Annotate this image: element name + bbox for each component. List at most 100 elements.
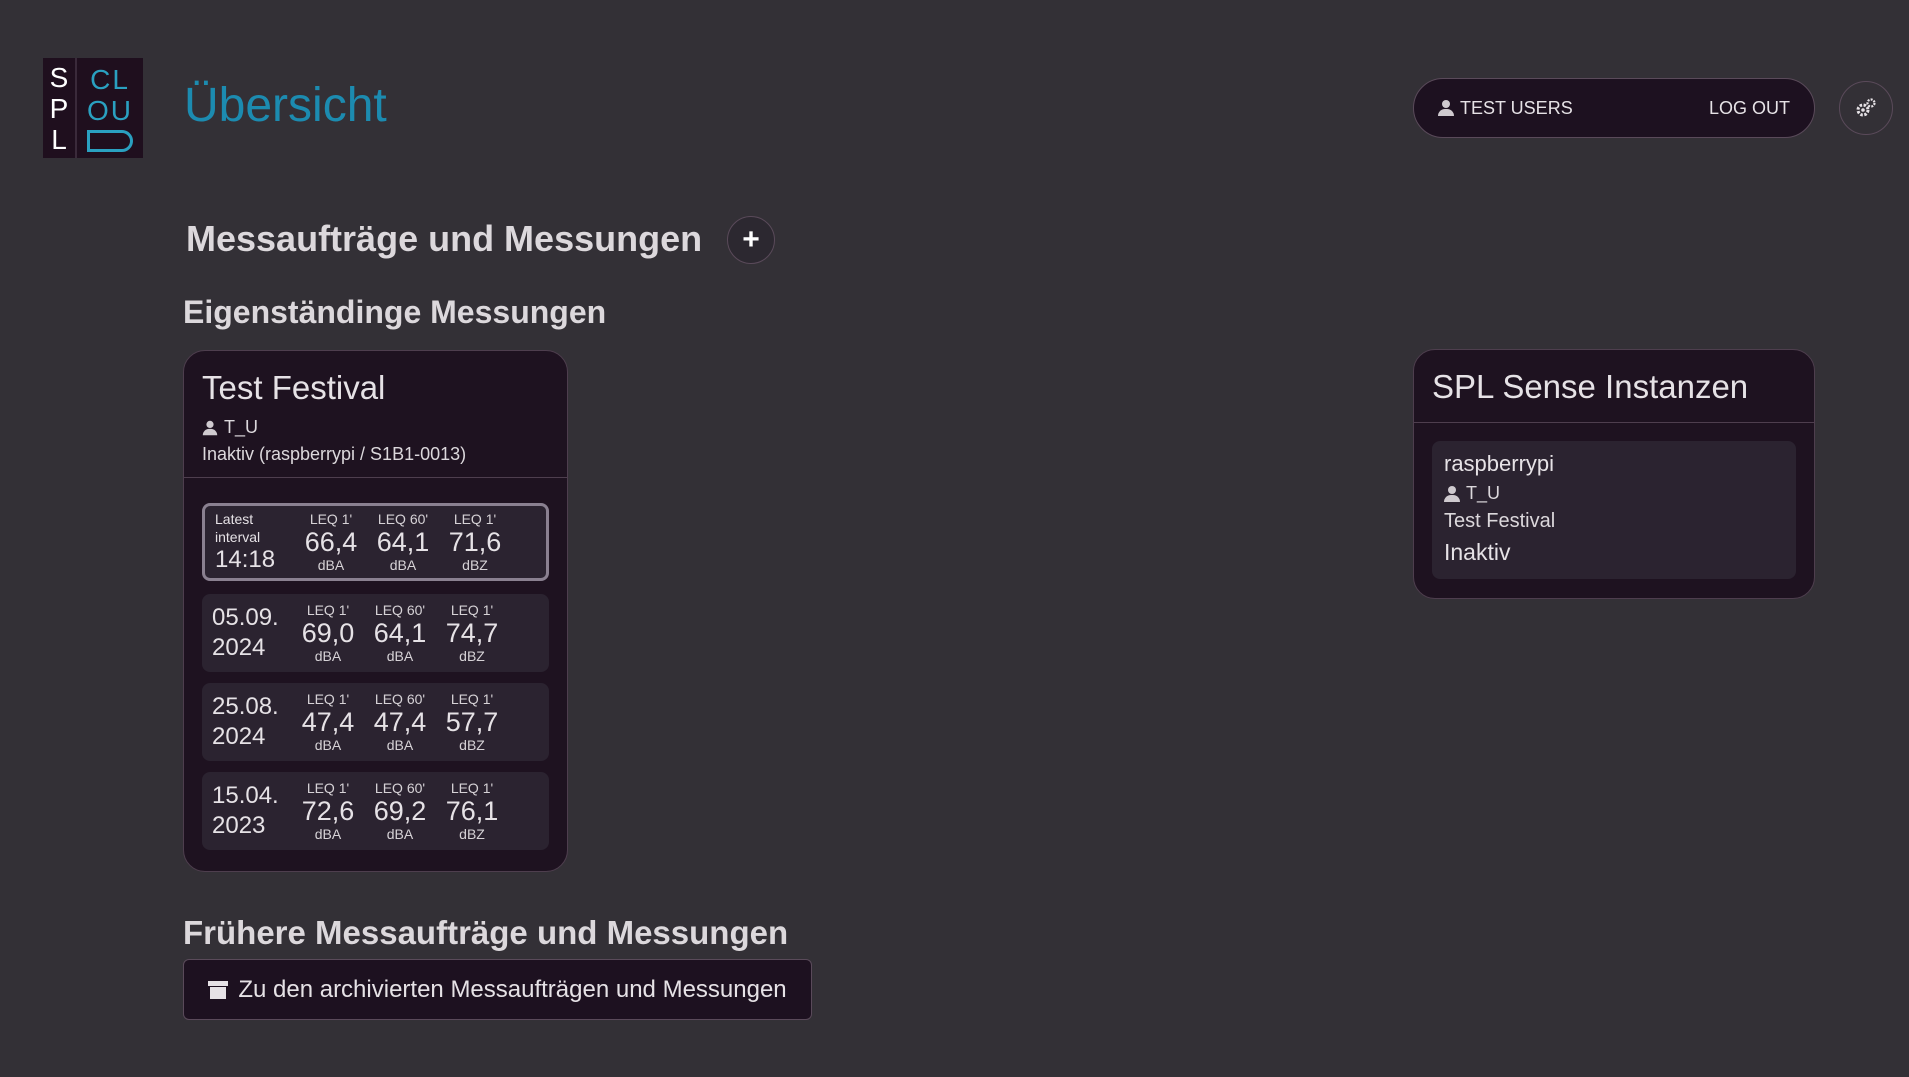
value-cell: LEQ 1' 57,7 dBZ [436,691,508,753]
card-user: T_U [202,417,549,438]
latest-time: 14:18 [215,546,276,573]
instances-card: SPL Sense Instanzen raspberrypi T_U Test… [1413,349,1815,599]
logo-d-shape [87,130,133,152]
value-label: LEQ 1' [309,511,353,527]
row-date: 25.08. 2024 [212,692,292,752]
add-button[interactable]: + [727,216,775,264]
value-cell: LEQ 1' 76,1 dBZ [436,780,508,842]
value-label: LEQ 1' [450,602,494,618]
row-date-day: 05.09. [212,604,279,631]
logo-letters: CL [90,64,130,95]
user-name: TEST USERS [1460,97,1573,118]
instance-user-name: T_U [1466,483,1501,503]
row-date-day: 15.04. [212,782,279,809]
card-header: Test Festival T_U Inaktiv (raspberrypi /… [184,351,567,478]
value-unit: dBA [386,737,414,753]
person-icon [1438,100,1454,116]
card-user-name: T_U [224,417,259,437]
plus-icon: + [742,223,760,256]
value-label: LEQ 1' [453,511,497,527]
card-status: Inaktiv (raspberrypi / S1B1-0013) [202,444,467,464]
value-unit: dBA [386,648,414,664]
value-number: 74,7 [445,618,499,648]
instance-status: Inaktiv [1444,539,1511,565]
gear-icon [1856,98,1876,117]
value-unit: dBA [314,648,342,664]
daily-row[interactable]: 25.08. 2024 LEQ 1' 47,4 dBA LEQ 60' 47,4… [202,683,549,761]
row-date-year: 2024 [212,634,266,661]
value-label: LEQ 1' [306,602,350,618]
value-number: 69,0 [301,618,355,648]
logout-button[interactable]: LOG OUT [1709,98,1790,119]
logo-letter: L [51,123,67,155]
value-number: 64,1 [376,527,430,557]
value-number: 72,6 [301,796,355,826]
latest-label-line: Latest [215,511,254,527]
value-cell: LEQ 1' 74,7 dBZ [436,602,508,664]
latest-interval-row[interactable]: Latest interval 14:18 LEQ 1' 66,4 dBA LE… [202,503,549,581]
daily-row[interactable]: 15.04. 2023 LEQ 1' 72,6 dBA LEQ 60' 69,2… [202,772,549,850]
value-number: 69,2 [373,796,427,826]
latest-interval-label: Latest interval 14:18 [215,510,295,574]
row-date-year: 2024 [212,723,266,750]
card-title: Test Festival [202,369,386,406]
value-number: 57,7 [445,707,499,737]
spl-cloud-logo: S P L CL OU [43,58,143,158]
value-unit: dBA [314,737,342,753]
instance-event: Test Festival [1444,510,1556,532]
standalone-measurements-title: Eigenständinge Messungen [183,294,607,330]
value-label: LEQ 1' [450,691,494,707]
value-label: LEQ 60' [374,780,426,796]
value-label: LEQ 60' [377,511,429,527]
archive-button[interactable]: Zu den archivierten Messaufträgen und Me… [183,959,812,1020]
measurement-card[interactable]: Test Festival T_U Inaktiv (raspberrypi /… [183,350,568,872]
value-number: 66,4 [304,527,358,557]
value-cell: LEQ 60' 47,4 dBA [364,691,436,753]
value-number: 71,6 [448,527,502,557]
user-bar: TEST USERS LOG OUT [1413,78,1815,138]
daily-row[interactable]: 05.09. 2024 LEQ 1' 69,0 dBA LEQ 60' 64,1… [202,594,549,672]
logo-right-column: CL OU [77,58,143,158]
previous-measurements-title: Frühere Messaufträge und Messungen [183,914,789,951]
measurement-rows: Latest interval 14:18 LEQ 1' 66,4 dBA LE… [184,478,567,850]
value-cell: LEQ 1' 72,6 dBA [292,780,364,842]
row-date-day: 25.08. [212,693,279,720]
row-date-year: 2023 [212,812,266,839]
settings-button[interactable] [1839,81,1893,135]
latest-label-line: interval [215,529,261,545]
value-label: LEQ 1' [306,691,350,707]
instance-item[interactable]: raspberrypi T_U Test Festival Inaktiv [1432,441,1796,579]
section-title: Messaufträge und Messungen [186,218,703,259]
value-label: LEQ 60' [374,602,426,618]
instances-title: SPL Sense Instanzen [1414,350,1814,423]
value-unit: dBA [386,826,414,842]
value-cell: LEQ 60' 64,1 dBA [367,511,439,573]
logo-letter: S [49,61,69,93]
row-date: 05.09. 2024 [212,603,292,663]
instance-user: T_U [1444,483,1784,504]
value-unit: dBZ [459,737,485,753]
value-cell: LEQ 1' 47,4 dBA [292,691,364,753]
user-button[interactable]: TEST USERS [1438,98,1573,119]
value-label: LEQ 60' [374,691,426,707]
value-unit: dBZ [462,557,488,573]
instance-name: raspberrypi [1444,451,1555,476]
row-date: 15.04. 2023 [212,781,292,841]
value-cell: LEQ 60' 69,2 dBA [364,780,436,842]
value-unit: dBZ [459,648,485,664]
person-icon [202,420,218,435]
logo-letter: P [49,92,69,124]
value-cell: LEQ 1' 71,6 dBZ [439,511,511,573]
value-unit: dBZ [459,826,485,842]
logo-letters: OU [87,95,133,126]
value-cell: LEQ 1' 69,0 dBA [292,602,364,664]
logo-left-column: S P L [43,58,77,158]
value-label: LEQ 1' [306,780,350,796]
value-unit: dBA [317,557,345,573]
value-cell: LEQ 1' 66,4 dBA [295,511,367,573]
value-number: 47,4 [373,707,427,737]
page-title: Übersicht [184,79,387,132]
archive-button-label: Zu den archivierten Messaufträgen und Me… [238,975,787,1003]
archive-icon [208,980,229,999]
value-unit: dBA [314,826,342,842]
